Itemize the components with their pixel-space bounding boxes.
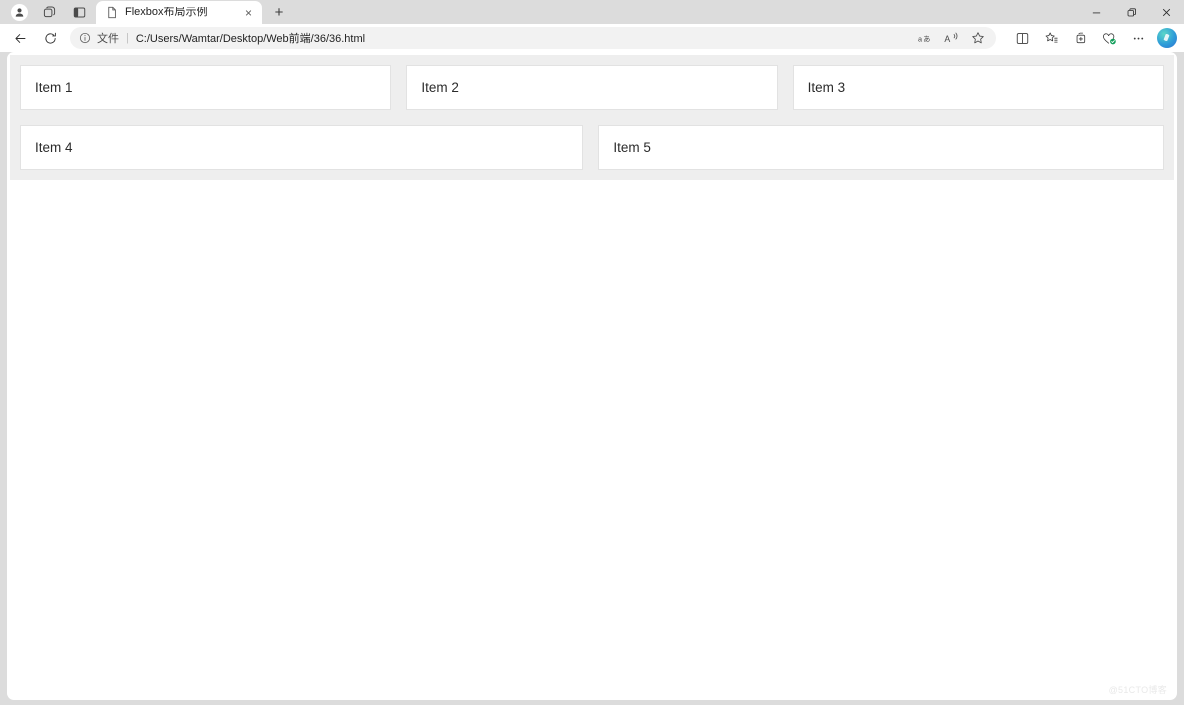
flex-item-label: Item 1 bbox=[35, 80, 73, 95]
copilot-icon[interactable] bbox=[1157, 28, 1177, 48]
refresh-button[interactable] bbox=[36, 26, 64, 50]
tab-actions-glyph bbox=[73, 7, 85, 17]
read-aloud-icon[interactable]: A bbox=[940, 28, 964, 48]
close-icon bbox=[1162, 8, 1171, 16]
workspaces-icon[interactable] bbox=[36, 1, 62, 23]
new-tab-button[interactable]: + bbox=[266, 1, 292, 23]
ellipsis-glyph bbox=[1133, 37, 1143, 39]
back-button[interactable] bbox=[6, 26, 34, 50]
flex-item-label: Item 4 bbox=[35, 140, 73, 155]
flex-item-label: Item 2 bbox=[421, 80, 459, 95]
document-glyph bbox=[107, 6, 116, 19]
flex-item-1: Item 1 bbox=[20, 65, 392, 110]
back-arrow-icon bbox=[14, 33, 25, 43]
favorites-icon[interactable] bbox=[1037, 26, 1065, 50]
flex-item-label: Item 3 bbox=[807, 80, 846, 95]
address-url-text[interactable]: C:/Users/Wamtar/Desktop/Web前端/36/36.html bbox=[136, 30, 908, 46]
add-favorite-icon[interactable] bbox=[966, 28, 990, 48]
person-icon bbox=[15, 7, 23, 17]
watermark: @51CTO博客 bbox=[1108, 685, 1167, 695]
address-bar-actions: a あ A bbox=[914, 28, 990, 48]
chrome-left-icon-group bbox=[0, 0, 92, 24]
collections-glyph bbox=[1076, 32, 1085, 43]
favorites-glyph bbox=[1045, 32, 1058, 43]
flex-item-5: Item 5 bbox=[598, 125, 1164, 170]
settings-more-icon[interactable] bbox=[1124, 26, 1152, 50]
window-controls bbox=[1079, 0, 1184, 24]
star-glyph bbox=[972, 32, 984, 44]
page-viewport: Item 1 Item 2 Item 3 Item 4 Item 5 @51CT… bbox=[7, 52, 1177, 700]
svg-text:A: A bbox=[944, 34, 950, 44]
flex-container: Item 1 Item 2 Item 3 Item 4 Item 5 bbox=[10, 55, 1174, 180]
workspaces-glyph bbox=[43, 5, 55, 17]
browser-tab-active[interactable]: Flexbox布局示例 × bbox=[96, 1, 262, 24]
close-icon[interactable]: × bbox=[241, 5, 256, 20]
split-screen-icon[interactable] bbox=[1008, 26, 1036, 50]
info-glyph bbox=[79, 32, 91, 44]
browser-window: Flexbox布局示例 × + 文件 | C:/Users/Wamtar/Des… bbox=[0, 0, 1184, 705]
close-button[interactable] bbox=[1149, 0, 1184, 24]
document-icon bbox=[105, 6, 118, 19]
avatar bbox=[10, 3, 28, 21]
profile-avatar[interactable] bbox=[6, 1, 32, 23]
flex-item-3: Item 3 bbox=[792, 65, 1164, 110]
collections-icon[interactable] bbox=[1066, 26, 1094, 50]
svg-text:a: a bbox=[918, 34, 923, 43]
split-screen-glyph bbox=[1016, 32, 1028, 44]
flex-item-label: Item 5 bbox=[613, 140, 651, 155]
restore-button[interactable] bbox=[1114, 0, 1149, 24]
restore-icon bbox=[1127, 7, 1136, 16]
viewport-wrapper: Item 1 Item 2 Item 3 Item 4 Item 5 @51CT… bbox=[0, 52, 1184, 705]
refresh-icon bbox=[44, 32, 56, 44]
info-icon[interactable] bbox=[79, 32, 91, 44]
read-aloud-glyph: A bbox=[944, 32, 958, 44]
tab-strip: Flexbox布局示例 × + bbox=[0, 0, 1184, 24]
tab-actions-icon[interactable] bbox=[66, 1, 92, 23]
svg-text:あ: あ bbox=[923, 34, 930, 43]
browser-essentials-glyph bbox=[1103, 32, 1116, 44]
address-bar[interactable]: 文件 | C:/Users/Wamtar/Desktop/Web前端/36/36… bbox=[70, 27, 996, 49]
minimize-icon bbox=[1092, 12, 1101, 13]
translate-icon[interactable]: a あ bbox=[914, 28, 938, 48]
tab-title: Flexbox布局示例 bbox=[125, 7, 208, 18]
flex-item-2: Item 2 bbox=[406, 65, 778, 110]
address-scheme-label: 文件 bbox=[97, 33, 119, 45]
browser-toolbar-right bbox=[1002, 26, 1179, 50]
minimize-button[interactable] bbox=[1079, 0, 1114, 24]
navigation-toolbar: 文件 | C:/Users/Wamtar/Desktop/Web前端/36/36… bbox=[0, 24, 1184, 52]
browser-essentials-icon[interactable] bbox=[1095, 26, 1123, 50]
flex-item-4: Item 4 bbox=[20, 125, 584, 170]
address-separator: | bbox=[126, 32, 129, 44]
translate-glyph: a あ bbox=[918, 34, 930, 43]
